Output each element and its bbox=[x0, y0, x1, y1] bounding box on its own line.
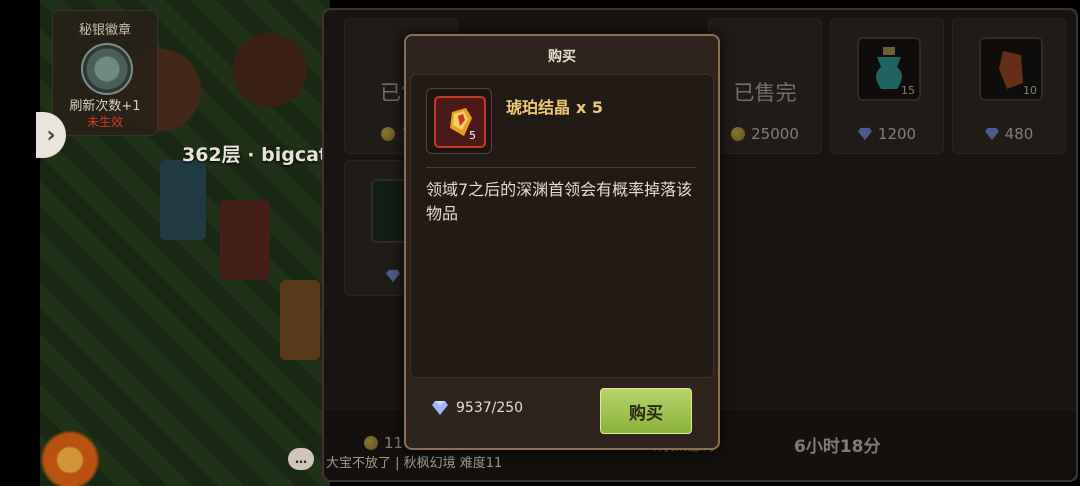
badge-title: 秘银徽章 bbox=[78, 23, 131, 38]
item-qty-badge: 5 bbox=[469, 129, 476, 142]
buy-button[interactable]: 购买 bbox=[600, 388, 692, 434]
chevron-right-icon: › bbox=[46, 122, 56, 148]
badge-refresh-label: 刷新次数+1 bbox=[69, 99, 141, 114]
modal-divider bbox=[426, 167, 696, 168]
purchase-modal: 购买 5 琥珀结晶 x 5 领域7之后的深渊首领会有概率掉落该物品 9537/25… bbox=[404, 34, 720, 450]
item-icon-frame: 5 bbox=[426, 88, 492, 154]
item-name-text: 琥珀结晶 bbox=[506, 98, 571, 117]
item-icon: 5 bbox=[434, 96, 486, 148]
diamond-icon bbox=[432, 401, 448, 415]
badge-emblem-icon bbox=[81, 43, 133, 95]
player-floor-tag: 362层 · bigcat bbox=[182, 144, 328, 166]
cost-value: 9537/250 bbox=[456, 400, 524, 416]
item-name: 琥珀结晶 x 5 bbox=[506, 94, 603, 118]
chat-text: 大宝不放了 | 秋枫幻境 难度11 bbox=[326, 456, 503, 471]
modal-title: 购买 bbox=[548, 49, 576, 65]
mithril-badge-panel[interactable]: 秘银徽章 刷新次数+1 未生效 bbox=[52, 10, 158, 136]
item-multiplier: x 5 bbox=[576, 98, 604, 117]
cost-display: 9537/250 bbox=[432, 400, 523, 416]
chat-bubble-icon[interactable]: … bbox=[288, 448, 314, 470]
fire-effect bbox=[40, 400, 100, 486]
badge-status: 未生效 bbox=[86, 115, 123, 129]
item-description: 领域7之后的深渊首领会有概率掉落该物品 bbox=[426, 180, 693, 223]
